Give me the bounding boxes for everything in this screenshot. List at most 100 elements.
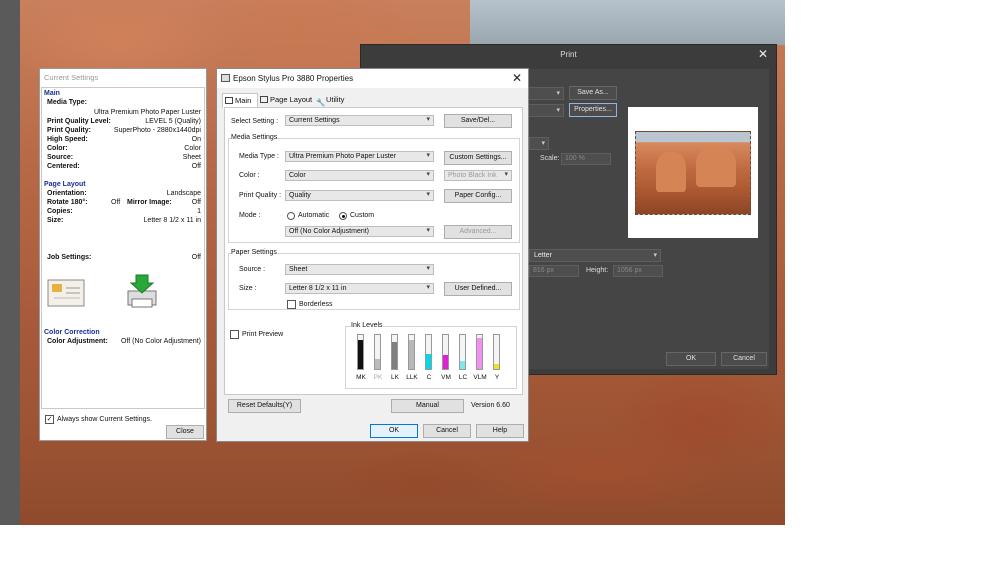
printer-title-icon bbox=[221, 74, 230, 82]
setting-value: SuperPhoto - 2880x1440dpi bbox=[113, 127, 201, 134]
height-field[interactable]: 1056 px bbox=[613, 265, 663, 277]
print-close-icon[interactable]: ✕ bbox=[758, 47, 768, 61]
color-adjustment-dropdown[interactable]: Off (No Color Adjustment) bbox=[285, 226, 434, 237]
tab-utility-label: Utility bbox=[326, 95, 345, 104]
setting-label: Color: bbox=[47, 145, 68, 152]
ink-label: LLK bbox=[406, 374, 418, 381]
ink-label: VLM bbox=[473, 374, 487, 381]
ink-fill-y bbox=[494, 363, 499, 369]
reset-defaults-button[interactable]: Reset Defaults(Y) bbox=[228, 399, 301, 413]
ink-bar-vm bbox=[442, 334, 449, 370]
source-dropdown[interactable]: Sheet bbox=[285, 264, 434, 275]
ink-fill-mk bbox=[358, 340, 363, 369]
size-dropdown[interactable]: Letter 8 1/2 x 11 in bbox=[285, 283, 434, 294]
tab-main[interactable]: Main bbox=[222, 93, 258, 108]
mode-automatic-radio[interactable] bbox=[287, 212, 295, 220]
scale-label: Scale: bbox=[540, 155, 560, 162]
current-settings-window: Current Settings Main Media Type: Ultra … bbox=[39, 68, 207, 441]
setting-value: LEVEL 5 (Quality) bbox=[145, 118, 201, 125]
print-preview-checkbox[interactable] bbox=[230, 330, 239, 339]
ink-fill-c bbox=[426, 353, 431, 369]
print-cancel-button[interactable]: Cancel bbox=[721, 352, 767, 366]
paper-config-button[interactable]: Paper Config... bbox=[444, 189, 512, 203]
save-del-button[interactable]: Save/Del... bbox=[444, 114, 512, 128]
ink-bar-vlm bbox=[476, 334, 483, 370]
help-button[interactable]: Help bbox=[476, 424, 524, 438]
media-type-dropdown[interactable]: Ultra Premium Photo Paper Luster bbox=[285, 151, 434, 162]
color-adjustment-label: Color Adjustment: bbox=[47, 338, 108, 345]
ink-fill-vlm bbox=[477, 338, 482, 369]
source-label: Source : bbox=[239, 266, 266, 273]
orientation-value: Landscape bbox=[166, 190, 201, 197]
ink-label: LC bbox=[458, 374, 468, 381]
tab-page-layout[interactable]: Page Layout bbox=[258, 93, 314, 107]
desktop-left-strip bbox=[0, 0, 20, 525]
setting-value: Off bbox=[191, 163, 201, 170]
mirror-label: Mirror Image: bbox=[127, 199, 172, 206]
color-adjustment-value: Off (No Color Adjustment) bbox=[120, 338, 201, 345]
job-settings-value: Off bbox=[191, 254, 201, 261]
ink-label: Y bbox=[494, 374, 500, 381]
print-quality-label: Print Quality : bbox=[239, 192, 282, 199]
units-select[interactable] bbox=[529, 137, 549, 150]
desktop-background: Print ✕ Save As... Properties... Scale: … bbox=[0, 0, 785, 525]
setting-label: High Speed: bbox=[47, 136, 88, 143]
borderless-checkbox[interactable] bbox=[287, 300, 296, 309]
ink-dropdown[interactable]: Photo Black Ink bbox=[444, 170, 512, 181]
tab-main-label: Main bbox=[235, 96, 252, 105]
save-as-button[interactable]: Save As... bbox=[569, 86, 617, 100]
tab-page-layout-label: Page Layout bbox=[270, 95, 313, 104]
ink-fill-vm bbox=[443, 355, 448, 369]
ink-bar-llk bbox=[408, 334, 415, 370]
properties-button[interactable]: Properties... bbox=[569, 103, 617, 117]
close-icon[interactable]: ✕ bbox=[512, 71, 522, 85]
ink-label: PK bbox=[373, 374, 383, 381]
size-label: Size : bbox=[239, 285, 257, 292]
media-settings-title: Media Settings bbox=[231, 134, 278, 141]
media-type-value: Ultra Premium Photo Paper Luster bbox=[94, 109, 201, 116]
select-setting-dropdown[interactable]: Current Settings bbox=[285, 115, 434, 126]
mode-custom-radio[interactable] bbox=[339, 212, 347, 220]
print-preview-label: Print Preview bbox=[242, 331, 284, 338]
main-section-heading: Main bbox=[44, 90, 60, 97]
epson-properties-dialog: Epson Stylus Pro 3880 Properties ✕ Main … bbox=[216, 68, 529, 442]
print-dialog-title: Print bbox=[361, 45, 776, 65]
cancel-button[interactable]: Cancel bbox=[423, 424, 471, 438]
ink-bar-c bbox=[425, 334, 432, 370]
close-button[interactable]: Close bbox=[166, 425, 204, 439]
custom-settings-button[interactable]: Custom Settings... bbox=[444, 151, 512, 165]
color-correction-heading: Color Correction bbox=[44, 329, 100, 336]
current-settings-body: Main Media Type: Ultra Premium Photo Pap… bbox=[41, 87, 205, 409]
color-dropdown[interactable]: Color bbox=[285, 170, 434, 181]
print-ok-button[interactable]: OK bbox=[666, 352, 716, 366]
print-quality-dropdown[interactable]: Quality bbox=[285, 190, 434, 201]
width-field[interactable]: 816 px bbox=[529, 265, 579, 277]
ink-label: C bbox=[426, 374, 432, 381]
advanced-button[interactable]: Advanced... bbox=[444, 225, 512, 239]
setting-value: Sheet bbox=[182, 154, 201, 161]
envelope-icon bbox=[47, 279, 85, 307]
setting-value: On bbox=[191, 136, 201, 143]
rotate-value: Off bbox=[111, 199, 121, 206]
printer-icon bbox=[127, 274, 157, 308]
ink-bar-lc bbox=[459, 334, 466, 370]
always-show-label: Always show Current Settings. bbox=[57, 416, 152, 423]
ink-fill-pk bbox=[375, 358, 380, 369]
manual-button[interactable]: Manual bbox=[391, 399, 464, 413]
main-tab-icon bbox=[225, 97, 233, 104]
page-layout-heading: Page Layout bbox=[44, 181, 86, 188]
media-type-label: Media Type: bbox=[47, 99, 87, 106]
always-show-checkbox[interactable]: ✓ bbox=[45, 415, 54, 424]
scale-field[interactable]: 100 % bbox=[561, 153, 611, 165]
paper-select[interactable]: Letter bbox=[529, 249, 661, 262]
user-defined-button[interactable]: User Defined... bbox=[444, 282, 512, 296]
tab-utility[interactable]: 🔧 Utility bbox=[314, 93, 354, 107]
mode-label: Mode : bbox=[239, 212, 261, 219]
ink-label: VM bbox=[441, 374, 451, 381]
select-setting-label: Select Setting : bbox=[231, 118, 279, 125]
rotate-label: Rotate 180°: bbox=[47, 199, 88, 206]
ink-fill-lc bbox=[460, 360, 465, 369]
mirror-value: Off bbox=[191, 199, 201, 206]
preview-photo bbox=[635, 131, 751, 215]
ok-button[interactable]: OK bbox=[370, 424, 418, 438]
